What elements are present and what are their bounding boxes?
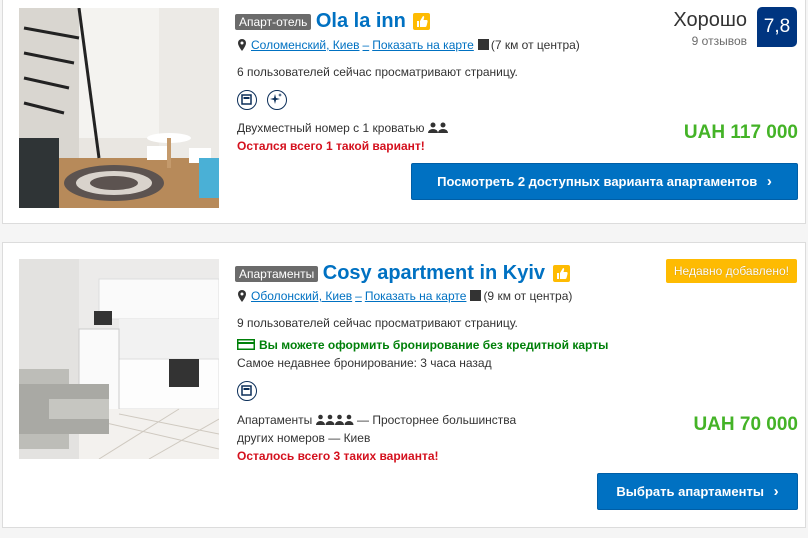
distance-text: (9 км от центра) xyxy=(483,289,573,303)
distance-icon xyxy=(477,39,489,50)
show-on-map-link[interactable]: Показать на карте xyxy=(365,289,467,303)
property-title[interactable]: Ola la inn xyxy=(316,10,406,32)
property-type-badge: Апарт-отель xyxy=(235,13,312,30)
title-row: Апартаменты Cosy apartment in Kyiv xyxy=(235,262,570,285)
credit-card-icon xyxy=(237,339,255,350)
room-type-row: Двухместный номер с 1 кроватью xyxy=(237,121,448,135)
thumbs-up-icon xyxy=(552,265,570,282)
separator: – xyxy=(355,289,362,303)
review-count[interactable]: 9 отзывов xyxy=(692,34,747,48)
review-score[interactable]: 7,8 xyxy=(757,7,797,47)
room-type: Апартаменты xyxy=(237,413,313,427)
chevron-right-icon: › xyxy=(773,483,779,500)
room-type-row: Апартаменты — Просторнее большинства xyxy=(237,413,516,427)
property-title[interactable]: Cosy apartment in Kyiv xyxy=(323,262,545,284)
see-availability-button[interactable]: Посмотреть 2 доступных варианта апартаме… xyxy=(411,163,798,200)
location-row: Оболонский, Киев – Показать на карте (9 км … xyxy=(237,289,572,303)
recently-added-badge: Недавно добавлено! xyxy=(665,259,797,283)
thumbs-up-icon xyxy=(413,13,431,30)
price: UAH 70 000 xyxy=(693,414,798,435)
button-label: Выбрать апартаменты xyxy=(616,484,764,499)
select-apartment-button[interactable]: Выбрать апартаменты › xyxy=(597,473,798,510)
location-link[interactable]: Оболонский, Киев xyxy=(251,289,352,303)
scarcity-message: Остался всего 1 такой вариант! xyxy=(237,139,425,153)
person-icon xyxy=(427,122,448,133)
pin-icon xyxy=(238,290,246,302)
coffee-machine-icon xyxy=(237,90,257,110)
sparkle-icon xyxy=(267,90,287,110)
no-credit-card-row: Вы можете оформить бронирование без кред… xyxy=(237,338,608,352)
review-score-word[interactable]: Хорошо xyxy=(673,9,747,32)
chevron-right-icon: › xyxy=(766,173,772,190)
location-row: Соломенский, Киев – Показать на карте (7 км… xyxy=(237,38,580,52)
show-on-map-link[interactable]: Показать на карте xyxy=(372,38,474,52)
room-description: — Просторнее большинства xyxy=(356,413,517,427)
viewers-text: 9 пользователей сейчас просматривают стр… xyxy=(237,316,518,330)
separator: – xyxy=(362,38,370,52)
property-card: Апартаменты Cosy apartment in Kyiv Недав… xyxy=(2,242,806,528)
person-icon xyxy=(315,414,354,425)
property-card: Апарт-отель Ola la inn Хорошо 9 отзывов … xyxy=(2,0,806,224)
scarcity-message: Осталось всего 3 таких варианта! xyxy=(237,449,439,463)
distance-text: (7 км от центра) xyxy=(490,38,580,52)
location-link[interactable]: Соломенский, Киев xyxy=(251,38,360,52)
coffee-machine-icon xyxy=(237,381,257,401)
property-photo[interactable] xyxy=(19,8,219,208)
viewers-text: 6 пользователей сейчас просматривают стр… xyxy=(237,65,518,79)
button-label: Посмотреть 2 доступных варианта апартаме… xyxy=(437,174,758,189)
room-description-line2: других номеров — Киев xyxy=(237,431,371,445)
no-credit-card-text: Вы можете оформить бронирование без кред… xyxy=(259,338,609,352)
title-row: Апарт-отель Ola la inn xyxy=(235,10,431,33)
room-type: Двухместный номер с 1 кроватью xyxy=(237,121,425,135)
price: UAH 117 000 xyxy=(683,122,798,143)
distance-icon xyxy=(470,290,482,301)
property-photo[interactable] xyxy=(19,259,219,459)
property-type-badge: Апартаменты xyxy=(235,265,319,282)
pin-icon xyxy=(238,39,246,51)
recent-booking-text: Самое недавнее бронирование: 3 часа наза… xyxy=(237,356,492,370)
